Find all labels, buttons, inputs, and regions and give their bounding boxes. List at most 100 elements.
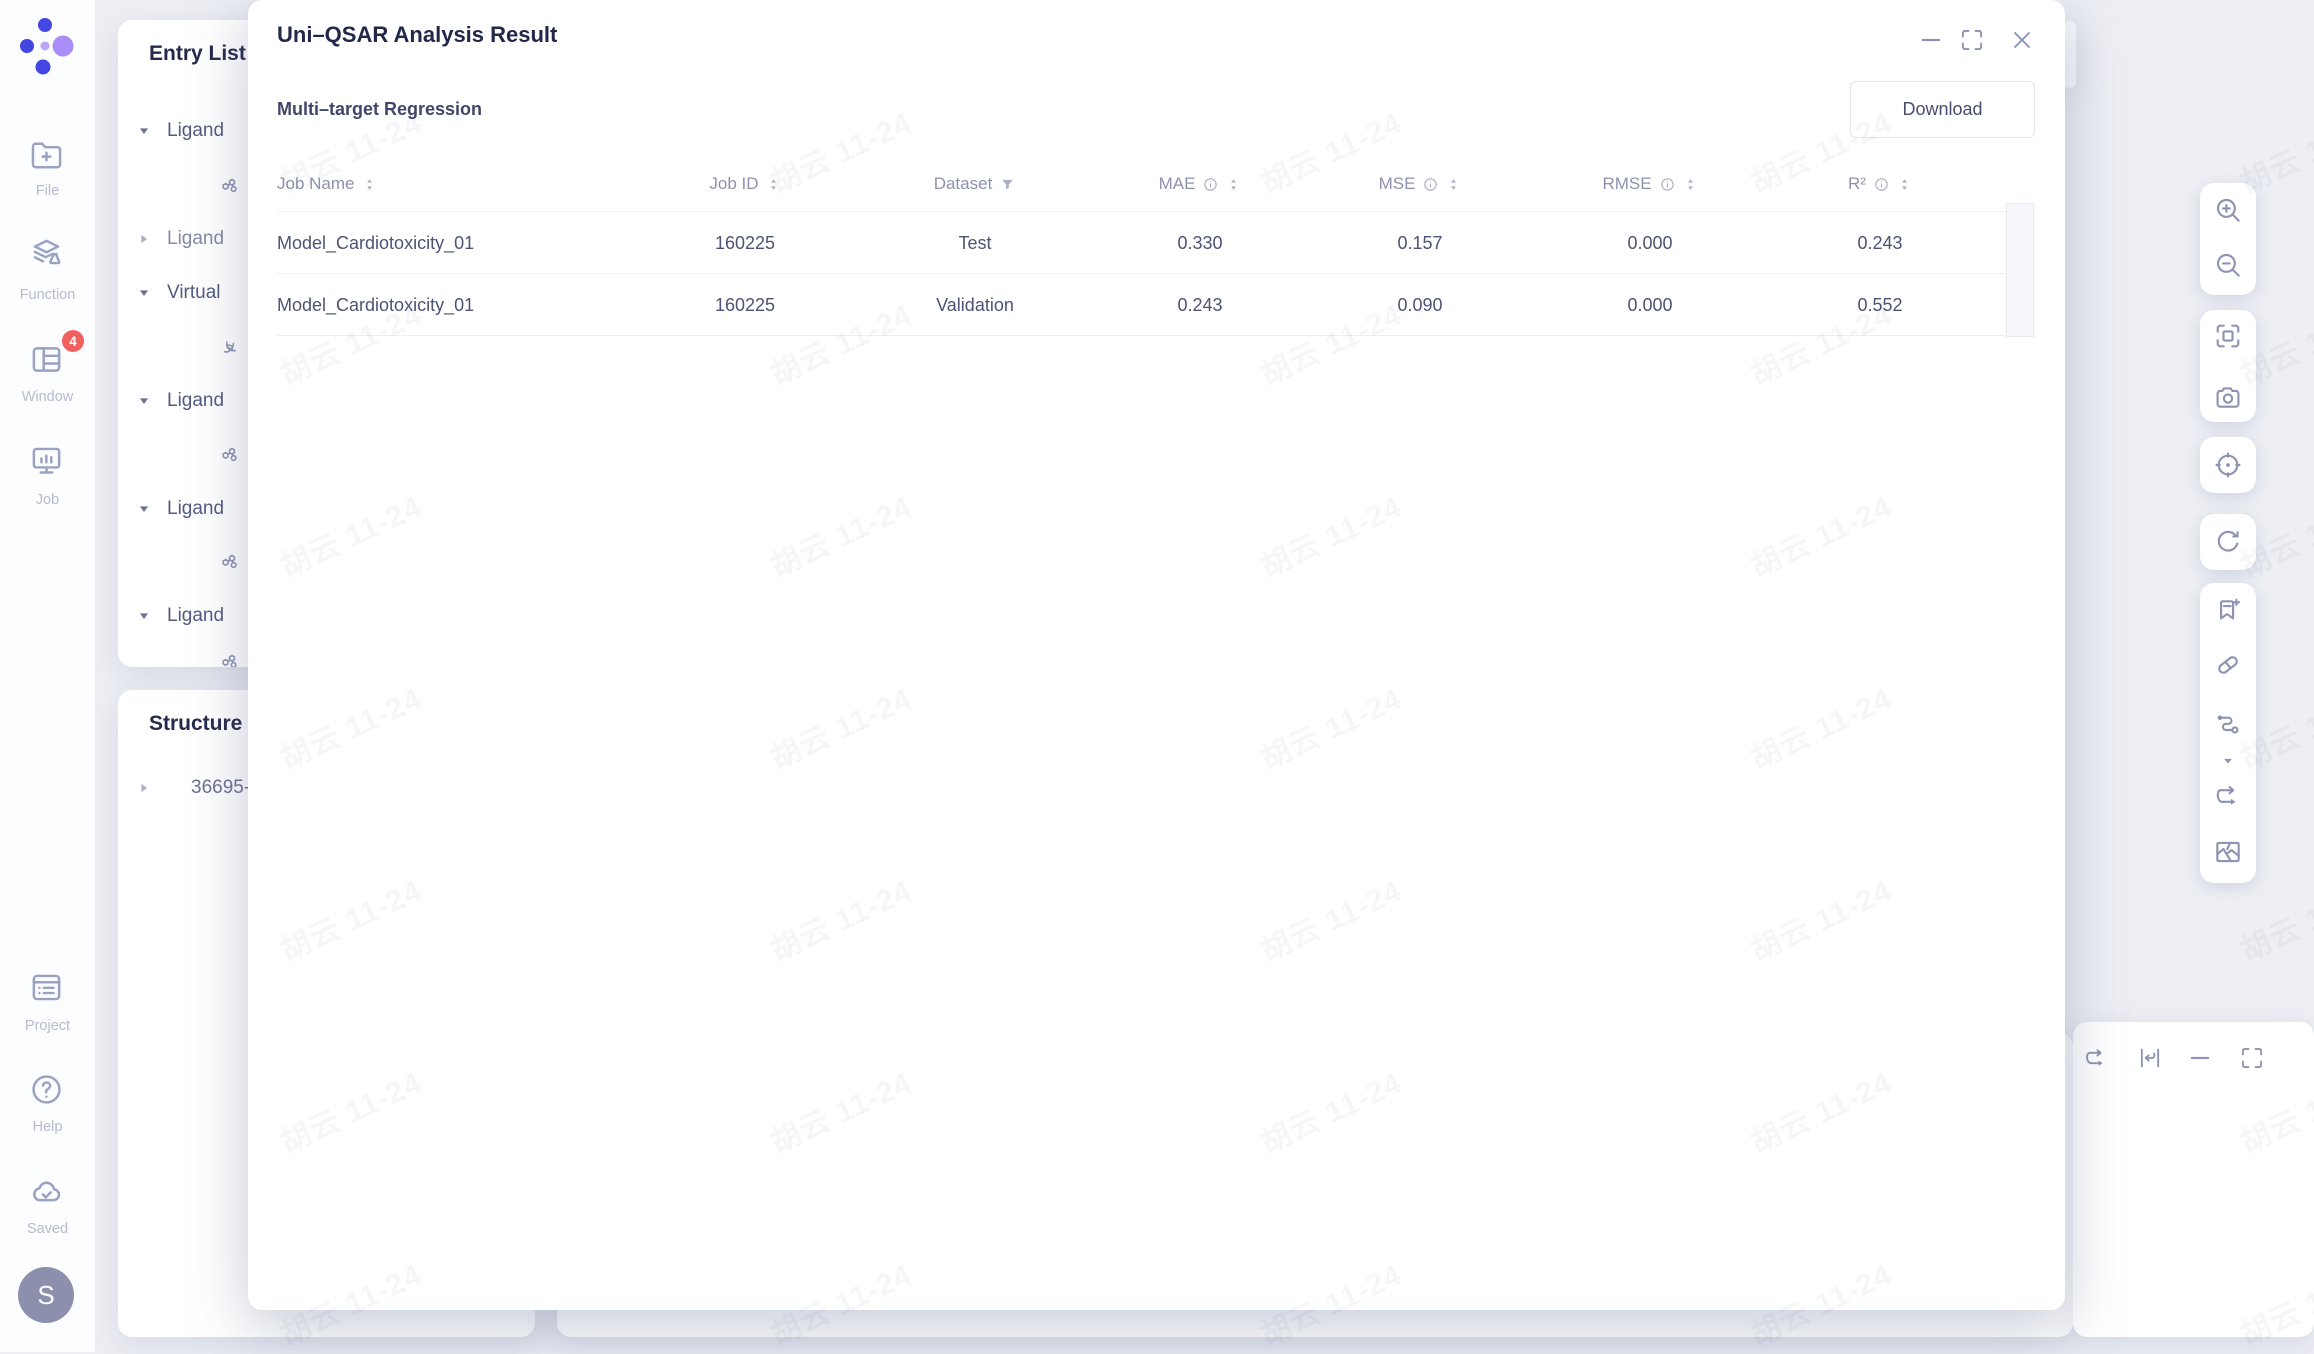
tree-item-ligand-5[interactable]: Ligand	[135, 598, 224, 634]
table-scrollbar[interactable]	[2006, 203, 2034, 337]
sidebar-item-help[interactable]: Help	[0, 1119, 95, 1135]
user-avatar[interactable]: S	[18, 1267, 74, 1323]
function-icon[interactable]	[28, 235, 65, 272]
info-icon[interactable]	[1659, 176, 1676, 193]
molecule-icon[interactable]	[218, 443, 242, 467]
window-icon[interactable]	[28, 341, 65, 378]
convert-swap-icon[interactable]	[2212, 780, 2244, 812]
column-header-dataset[interactable]: Dataset	[855, 163, 1095, 205]
tree-item-virtual[interactable]: Virtual	[135, 275, 221, 311]
table-cell-mse: 0.090	[1300, 274, 1540, 336]
caret-down-icon[interactable]	[135, 284, 153, 302]
info-icon[interactable]	[1422, 176, 1439, 193]
tree-item-label: Ligand	[167, 498, 224, 520]
tree-item-ligand-2[interactable]: Ligand	[135, 221, 224, 257]
column-label: Dataset	[934, 174, 993, 194]
column-label: Job ID	[709, 174, 758, 194]
helix-icon[interactable]	[218, 335, 242, 359]
fit-view-icon[interactable]	[2212, 320, 2244, 352]
focus-target-icon[interactable]	[2212, 449, 2244, 481]
sort-icon[interactable]	[766, 177, 781, 192]
caret-down-icon[interactable]	[135, 122, 153, 140]
route-path-icon[interactable]	[2212, 708, 2244, 740]
table-cell-job-name: Model_Cardiotoxicity_01	[277, 274, 637, 336]
column-header-mae[interactable]: MAE	[1080, 163, 1320, 205]
structure-item-label: 36695-	[191, 777, 250, 799]
refresh-icon[interactable]	[2212, 526, 2244, 558]
sort-icon[interactable]	[362, 177, 377, 192]
tree-item-label: Virtual	[167, 282, 221, 304]
column-label: RMSE	[1602, 174, 1651, 194]
camera-icon[interactable]	[2212, 382, 2244, 414]
zoom-out-icon[interactable]	[2212, 249, 2244, 281]
minimize-icon[interactable]	[1917, 26, 1945, 54]
zoom-in-icon[interactable]	[2212, 194, 2244, 226]
structure-item[interactable]: 36695-	[191, 770, 250, 806]
molecule-icon[interactable]	[218, 550, 242, 574]
column-label: Job Name	[277, 174, 354, 194]
sidebar-item-file[interactable]: File	[0, 183, 95, 199]
table-cell-job-name: Model_Cardiotoxicity_01	[277, 212, 637, 274]
sort-icon[interactable]	[1683, 177, 1698, 192]
sort-icon[interactable]	[1226, 177, 1241, 192]
column-header-rmse[interactable]: RMSE	[1530, 163, 1770, 205]
toolbar-focus-group	[2200, 437, 2256, 493]
caret-down-icon[interactable]	[135, 500, 153, 518]
column-header-r2[interactable]: R²	[1760, 163, 2000, 205]
job-icon[interactable]	[28, 442, 65, 479]
column-label: MAE	[1159, 174, 1196, 194]
download-button[interactable]: Download	[1850, 81, 2035, 138]
table-cell-dataset: Validation	[855, 274, 1095, 336]
table-cell-rmse: 0.000	[1530, 274, 1770, 336]
ligand-capsule-icon[interactable]	[2212, 649, 2244, 681]
table-cell-r2: 0.552	[1760, 274, 2000, 336]
tree-item-ligand-3[interactable]: Ligand	[135, 383, 224, 419]
caret-right-icon[interactable]	[135, 779, 153, 797]
column-header-job-id[interactable]: Job ID	[625, 163, 865, 205]
sort-icon[interactable]	[1446, 177, 1461, 192]
saved-icon[interactable]	[28, 1173, 65, 1210]
sidebar-item-window[interactable]: Window	[0, 389, 95, 405]
info-icon[interactable]	[1873, 176, 1890, 193]
image-map-icon[interactable]	[2212, 836, 2244, 868]
modal-title: Uni–QSAR Analysis Result	[277, 22, 557, 48]
help-icon[interactable]	[28, 1071, 65, 1108]
sidebar-item-project[interactable]: Project	[0, 1018, 95, 1034]
filter-icon[interactable]	[999, 176, 1016, 193]
caret-right-icon[interactable]	[135, 230, 153, 248]
bookmark-add-icon[interactable]	[2212, 595, 2244, 627]
table-cell-job-id: 160225	[625, 274, 865, 336]
toolbar-view-group	[2200, 310, 2256, 422]
tree-item-ligand-1[interactable]: Ligand	[135, 113, 224, 149]
chevron-down-icon[interactable]	[2218, 751, 2238, 771]
molecule-icon[interactable]	[218, 174, 242, 198]
sidebar-item-saved[interactable]: Saved	[0, 1221, 95, 1237]
collapse-minus-icon[interactable]	[2186, 1044, 2214, 1072]
column-header-mse[interactable]: MSE	[1300, 163, 1540, 205]
caret-down-icon[interactable]	[135, 392, 153, 410]
molecule-icon[interactable]	[218, 650, 242, 667]
caret-down-icon[interactable]	[135, 607, 153, 625]
tree-item-label: Ligand	[167, 228, 224, 250]
tree-item-ligand-4[interactable]: Ligand	[135, 491, 224, 527]
window-badge: 4	[62, 330, 84, 352]
toolbar-refresh-group	[2200, 514, 2256, 570]
toolbar-zoom-group	[2200, 183, 2256, 295]
maximize-icon[interactable]	[1958, 26, 1986, 54]
sort-icon[interactable]	[1897, 177, 1912, 192]
sidebar-item-function[interactable]: Function	[0, 287, 95, 303]
file-icon[interactable]	[28, 137, 65, 174]
info-icon[interactable]	[1202, 176, 1219, 193]
wrap-indent-icon[interactable]	[2136, 1044, 2164, 1072]
column-header-job-name[interactable]: Job Name	[277, 163, 377, 205]
convert-swap-icon[interactable]	[2082, 1044, 2110, 1072]
sidebar-item-job[interactable]: Job	[0, 492, 95, 508]
tree-item-label: Ligand	[167, 605, 224, 627]
fullscreen-icon[interactable]	[2238, 1044, 2266, 1072]
close-icon[interactable]	[2008, 26, 2036, 54]
column-label: R²	[1848, 174, 1866, 194]
entry-list-title: Entry List	[149, 42, 246, 66]
table-cell-mse: 0.157	[1300, 212, 1540, 274]
tree-item-label: Ligand	[167, 120, 224, 142]
project-icon[interactable]	[28, 969, 65, 1006]
